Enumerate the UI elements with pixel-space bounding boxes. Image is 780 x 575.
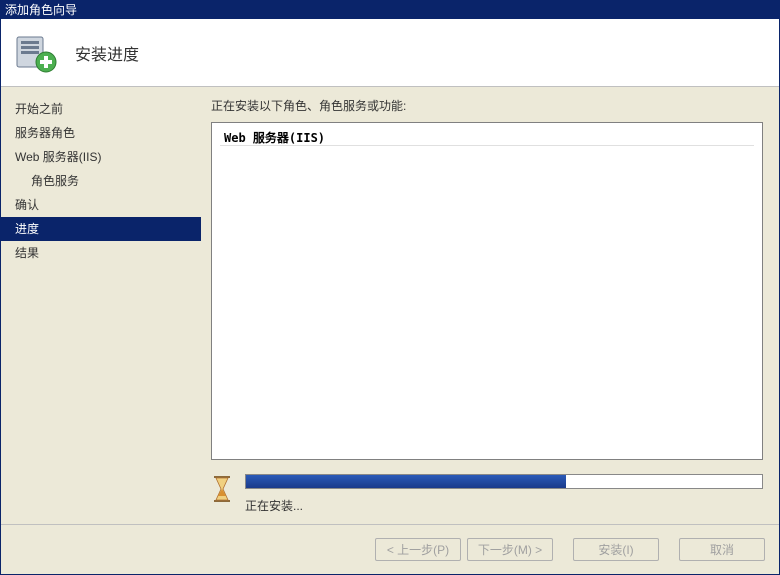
sidebar-item-web-server-iis[interactable]: Web 服务器(IIS) bbox=[1, 145, 201, 169]
sidebar-item-progress[interactable]: 进度 bbox=[1, 217, 201, 241]
sidebar-item-before-you-begin[interactable]: 开始之前 bbox=[1, 97, 201, 121]
progress-stack: 正在安装... bbox=[245, 474, 763, 514]
sidebar-item-role-services[interactable]: 角色服务 bbox=[1, 169, 201, 193]
page-title: 安装进度 bbox=[75, 41, 139, 65]
main-panel: 正在安装以下角色、角色服务或功能: Web 服务器(IIS) bbox=[201, 87, 779, 524]
next-button[interactable]: 下一步(M) > bbox=[467, 538, 553, 561]
sidebar-item-confirmation[interactable]: 确认 bbox=[1, 193, 201, 217]
window-title: 添加角色向导 bbox=[5, 3, 77, 17]
server-role-icon bbox=[13, 31, 57, 75]
install-button[interactable]: 安装(I) bbox=[573, 538, 659, 561]
wizard-window: 添加角色向导 安装进度 开始之前 服务器角色 Web 服务器(IIS) 角色服务… bbox=[0, 0, 780, 575]
content-area: 开始之前 服务器角色 Web 服务器(IIS) 角色服务 确认 进度 结果 正在… bbox=[1, 87, 779, 524]
progress-area: 正在安装... bbox=[211, 474, 763, 514]
cancel-button[interactable]: 取消 bbox=[679, 538, 765, 561]
sidebar: 开始之前 服务器角色 Web 服务器(IIS) 角色服务 确认 进度 结果 bbox=[1, 87, 201, 524]
progress-status-text: 正在安装... bbox=[245, 497, 763, 514]
header: 安装进度 bbox=[1, 19, 779, 87]
previous-button[interactable]: < 上一步(P) bbox=[375, 538, 461, 561]
main-label: 正在安装以下角色、角色服务或功能: bbox=[211, 97, 763, 114]
sidebar-item-results[interactable]: 结果 bbox=[1, 241, 201, 265]
divider bbox=[220, 145, 754, 146]
footer: < 上一步(P) 下一步(M) > 安装(I) 取消 bbox=[1, 524, 779, 574]
roles-listbox: Web 服务器(IIS) bbox=[211, 122, 763, 460]
titlebar: 添加角色向导 bbox=[1, 1, 779, 19]
progress-fill bbox=[246, 475, 566, 488]
sidebar-item-server-roles[interactable]: 服务器角色 bbox=[1, 121, 201, 145]
hourglass-icon bbox=[211, 475, 233, 503]
progress-bar bbox=[245, 474, 763, 489]
